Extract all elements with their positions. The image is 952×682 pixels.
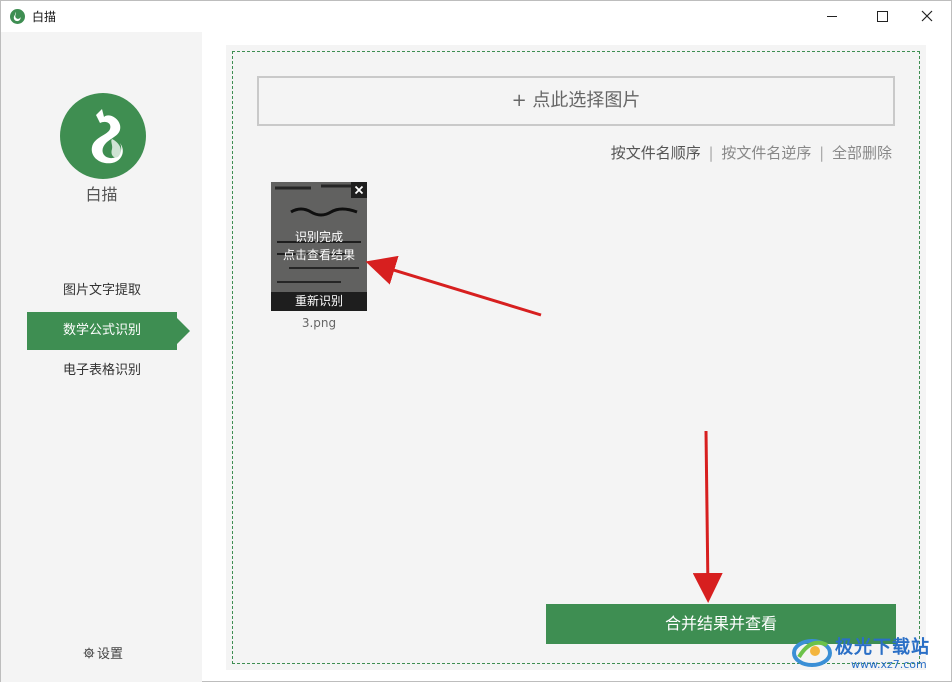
main-panel: + 点此选择图片 按文件名顺序 | 按文件名逆序 | 全部删除 识别完成 点击查… bbox=[226, 45, 926, 670]
app-name-label: 白描 bbox=[85, 185, 118, 204]
minimize-button[interactable] bbox=[809, 1, 855, 32]
close-button[interactable] bbox=[904, 1, 950, 32]
sidebar-item-math-formula[interactable]: 数学公式识别 bbox=[27, 312, 190, 350]
remove-image-button[interactable] bbox=[351, 182, 367, 198]
watermark-brand: 极光下载站 bbox=[835, 637, 930, 658]
cat-logo-icon bbox=[91, 109, 123, 164]
sidebar-item-image-text[interactable]: 图片文字提取 bbox=[27, 272, 177, 310]
settings-label: 设置 bbox=[97, 647, 124, 662]
app-logo bbox=[60, 93, 146, 179]
sort-links: 按文件名顺序 | 按文件名逆序 | 全部删除 bbox=[611, 142, 892, 163]
recognition-status: 识别完成 bbox=[294, 230, 343, 244]
image-thumbnail[interactable]: 识别完成 点击查看结果 重新识别 bbox=[271, 182, 367, 311]
app-logo-icon bbox=[10, 9, 25, 24]
sort-by-name-link[interactable]: 按文件名顺序 bbox=[611, 144, 701, 162]
link-separator: | bbox=[819, 144, 825, 162]
watermark-url: www.xz7.com bbox=[851, 658, 927, 671]
link-separator: | bbox=[708, 144, 714, 162]
choose-image-button[interactable]: + 点此选择图片 bbox=[257, 76, 895, 126]
image-filename: 3.png bbox=[301, 316, 337, 330]
sidebar-item-spreadsheet[interactable]: 电子表格识别 bbox=[27, 352, 177, 390]
site-watermark: 极光下载站 www.xz7.com bbox=[791, 629, 947, 677]
app-window: 白描 白描 图片文字提取 数学公式识别 电子表格识别 设置 + 点此选择图片 按… bbox=[0, 0, 952, 682]
sidebar: 白描 图片文字提取 数学公式识别 电子表格识别 设置 bbox=[1, 32, 202, 682]
view-result-link[interactable]: 点击查看结果 bbox=[271, 246, 367, 263]
gear-icon bbox=[83, 647, 95, 658]
close-icon bbox=[354, 185, 364, 195]
settings-button[interactable]: 设置 bbox=[83, 643, 123, 662]
watermark-logo-icon bbox=[792, 639, 832, 667]
title-bar: 白描 bbox=[1, 1, 951, 32]
delete-all-link[interactable]: 全部删除 bbox=[832, 144, 892, 162]
sort-by-name-desc-link[interactable]: 按文件名逆序 bbox=[721, 144, 811, 162]
maximize-button[interactable] bbox=[858, 1, 904, 32]
close-icon bbox=[921, 10, 933, 22]
re-recognize-button[interactable]: 重新识别 bbox=[271, 292, 367, 311]
window-title: 白描 bbox=[32, 10, 57, 24]
